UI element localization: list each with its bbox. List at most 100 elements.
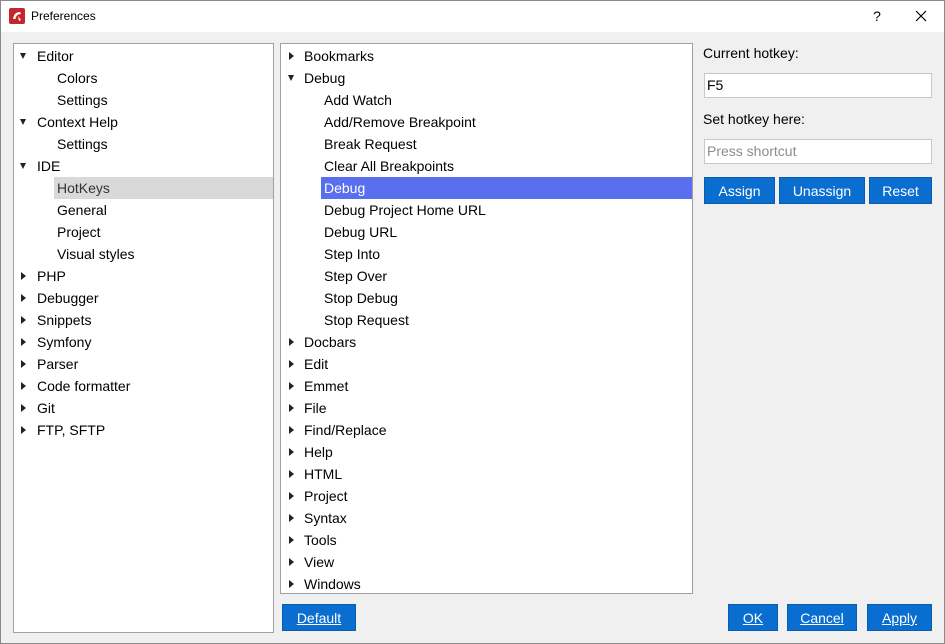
tree-leaf-item[interactable]: Debug URL xyxy=(281,221,692,243)
collapsed-arrow-icon[interactable] xyxy=(21,426,26,434)
collapsed-arrow-icon[interactable] xyxy=(289,338,294,346)
collapsed-arrow-icon[interactable] xyxy=(21,338,26,346)
tree-group-item[interactable]: Parser xyxy=(14,353,273,375)
close-button[interactable] xyxy=(906,5,936,27)
reset-button[interactable]: Reset xyxy=(869,177,932,204)
collapsed-arrow-icon[interactable] xyxy=(21,294,26,302)
collapsed-arrow-icon[interactable] xyxy=(21,316,26,324)
collapsed-arrow-icon[interactable] xyxy=(21,360,26,368)
tree-leaf-item[interactable]: Settings xyxy=(14,89,273,111)
tree-leaf-item[interactable]: Stop Request xyxy=(281,309,692,331)
tree-group-item[interactable]: Snippets xyxy=(14,309,273,331)
tree-leaf-item[interactable]: Add Watch xyxy=(281,89,692,111)
tree-group-item[interactable]: Editor xyxy=(14,45,273,67)
ok-button[interactable]: OK xyxy=(728,604,778,631)
tree-leaf-item[interactable]: General xyxy=(14,199,273,221)
collapsed-arrow-icon[interactable] xyxy=(21,272,26,280)
unassign-button[interactable]: Unassign xyxy=(779,177,865,204)
tree-group-item[interactable]: View xyxy=(281,551,692,573)
tree-group-item[interactable]: IDE xyxy=(14,155,273,177)
collapsed-arrow-icon[interactable] xyxy=(289,52,294,60)
tree-group-item[interactable]: Project xyxy=(281,485,692,507)
tree-item-label: General xyxy=(57,202,107,218)
default-button[interactable]: Default xyxy=(282,604,356,631)
tree-leaf-item[interactable]: Clear All Breakpoints xyxy=(281,155,692,177)
tree-leaf-item[interactable]: Add/Remove Breakpoint xyxy=(281,111,692,133)
tree-leaf-item[interactable]: Debug Project Home URL xyxy=(281,199,692,221)
tree-item-label: HTML xyxy=(304,466,343,482)
tree-leaf-item[interactable]: Debug xyxy=(281,177,692,199)
tree-group-item[interactable]: Docbars xyxy=(281,331,692,353)
collapsed-arrow-icon[interactable] xyxy=(289,382,294,390)
tree-item-label: PHP xyxy=(37,268,66,284)
expanded-arrow-icon[interactable] xyxy=(20,53,26,59)
tree-group-item[interactable]: PHP xyxy=(14,265,273,287)
tree-item-label: Editor xyxy=(37,48,74,64)
tree-group-item[interactable]: Bookmarks xyxy=(281,45,692,67)
tree-group-item[interactable]: Tools xyxy=(281,529,692,551)
tree-leaf-item[interactable]: Colors xyxy=(14,67,273,89)
tree-leaf-item[interactable]: Break Request xyxy=(281,133,692,155)
tree-item-label: Bookmarks xyxy=(304,48,375,64)
collapsed-arrow-icon[interactable] xyxy=(289,558,294,566)
tree-group-item[interactable]: Code formatter xyxy=(14,375,273,397)
tree-group-item[interactable]: Context Help xyxy=(14,111,273,133)
tree-group-item[interactable]: Windows xyxy=(281,573,692,593)
tree-group-item[interactable]: Emmet xyxy=(281,375,692,397)
tree-group-item[interactable]: Edit xyxy=(281,353,692,375)
collapsed-arrow-icon[interactable] xyxy=(21,404,26,412)
tree-group-item[interactable]: Git xyxy=(14,397,273,419)
tree-item-label: Step Into xyxy=(324,246,381,262)
assign-button[interactable]: Assign xyxy=(704,177,775,204)
tree-item-label: Add Watch xyxy=(324,92,392,108)
tree-item-label: Code formatter xyxy=(37,378,131,394)
tree-item-label: Debug xyxy=(324,180,366,196)
collapsed-arrow-icon[interactable] xyxy=(289,404,294,412)
set-hotkey-label: Set hotkey here: xyxy=(703,111,805,127)
collapsed-arrow-icon[interactable] xyxy=(289,492,294,500)
current-hotkey-label: Current hotkey: xyxy=(703,45,799,61)
cancel-button[interactable]: Cancel xyxy=(787,604,857,631)
collapsed-arrow-icon[interactable] xyxy=(289,470,294,478)
collapsed-arrow-icon[interactable] xyxy=(289,360,294,368)
tree-item-label: Tools xyxy=(304,532,337,548)
tree-group-item[interactable]: FTP, SFTP xyxy=(14,419,273,441)
tree-leaf-item[interactable]: Project xyxy=(14,221,273,243)
tree-leaf-item[interactable]: Settings xyxy=(14,133,273,155)
tree-leaf-item[interactable]: HotKeys xyxy=(14,177,273,199)
tree-item-label: View xyxy=(304,554,335,570)
tree-item-label: Edit xyxy=(304,356,329,372)
hotkey-command-tree[interactable]: Bookmarks Debug Add Watch Add/Remove Breakp… xyxy=(280,43,693,594)
expanded-arrow-icon[interactable] xyxy=(288,75,294,81)
tree-group-item[interactable]: Help xyxy=(281,441,692,463)
tree-group-item[interactable]: File xyxy=(281,397,692,419)
tree-group-item[interactable]: Debug xyxy=(281,67,692,89)
tree-leaf-item[interactable]: Stop Debug xyxy=(281,287,692,309)
tree-group-item[interactable]: Find/Replace xyxy=(281,419,692,441)
category-tree[interactable]: Editor Colors Settings Context Help Settings… xyxy=(13,43,274,633)
expanded-arrow-icon[interactable] xyxy=(20,163,26,169)
tree-group-item[interactable]: HTML xyxy=(281,463,692,485)
expanded-arrow-icon[interactable] xyxy=(20,119,26,125)
collapsed-arrow-icon[interactable] xyxy=(289,536,294,544)
tree-leaf-item[interactable]: Visual styles xyxy=(14,243,273,265)
collapsed-arrow-icon[interactable] xyxy=(289,448,294,456)
current-hotkey-field[interactable]: F5 xyxy=(704,73,932,98)
tree-leaf-item[interactable]: Step Into xyxy=(281,243,692,265)
collapsed-arrow-icon[interactable] xyxy=(289,426,294,434)
tree-item-label: HotKeys xyxy=(57,180,110,196)
tree-item-label: File xyxy=(304,400,327,416)
collapsed-arrow-icon[interactable] xyxy=(289,580,294,588)
set-hotkey-input[interactable]: Press shortcut xyxy=(704,139,932,164)
tree-item-label: Parser xyxy=(37,356,79,372)
tree-group-item[interactable]: Syntax xyxy=(281,507,692,529)
tree-group-item[interactable]: Debugger xyxy=(14,287,273,309)
tree-leaf-item[interactable]: Step Over xyxy=(281,265,692,287)
apply-button[interactable]: Apply xyxy=(867,604,932,631)
tree-item-label: Project xyxy=(57,224,101,240)
collapsed-arrow-icon[interactable] xyxy=(289,514,294,522)
collapsed-arrow-icon[interactable] xyxy=(21,382,26,390)
help-button[interactable]: ? xyxy=(863,5,891,27)
tree-item-label: Syntax xyxy=(304,510,347,526)
tree-group-item[interactable]: Symfony xyxy=(14,331,273,353)
